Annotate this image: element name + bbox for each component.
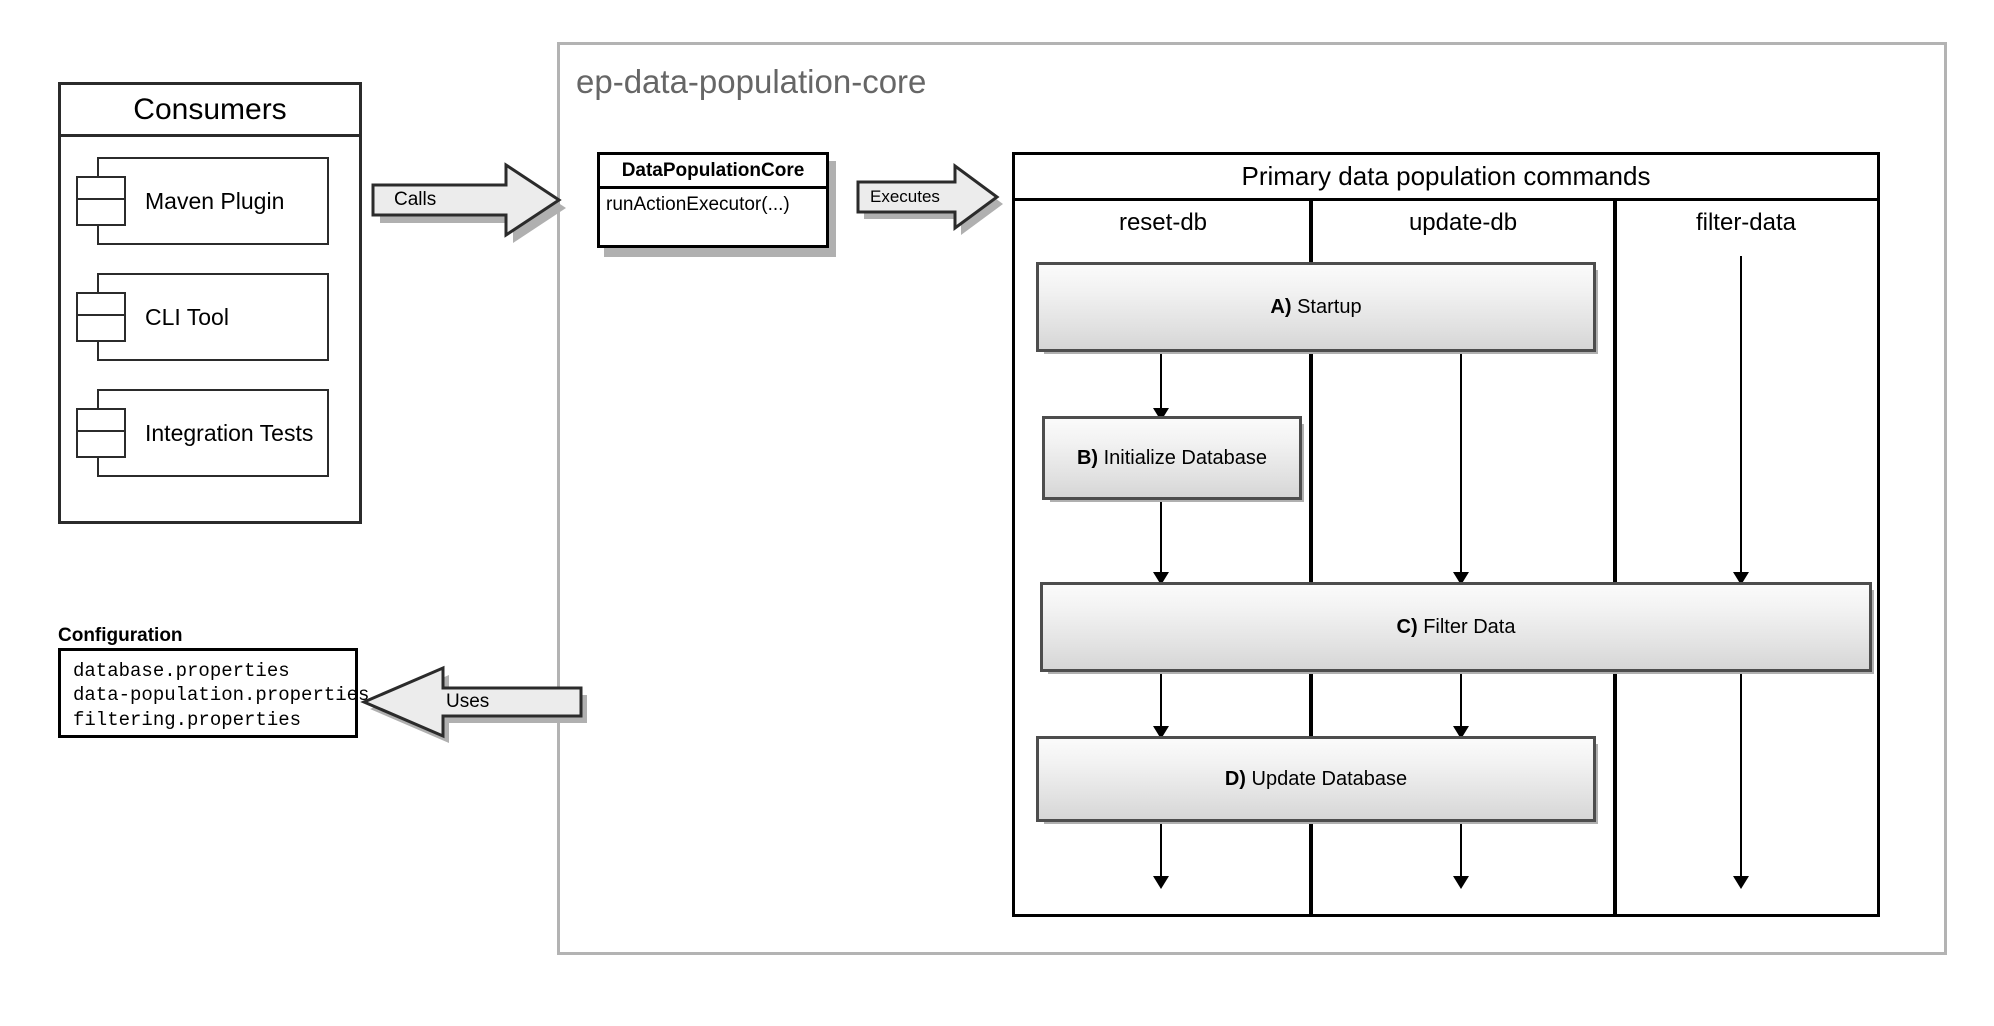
flow-line-d-to-end [1160, 820, 1162, 882]
activity-step: A) [1270, 295, 1292, 318]
lane-title-reset-db: reset-db [1118, 209, 1208, 236]
activity-b-initialize-database[interactable]: B) Initialize Database [1042, 416, 1302, 500]
flow-line-update-a-to-c [1460, 352, 1462, 578]
flow-line-filter-c-to-end [1740, 668, 1742, 882]
component-port-icon [76, 430, 126, 458]
activity-text: Startup [1297, 295, 1362, 318]
uses-arrow-label: Uses [446, 691, 490, 712]
activity-step: B) [1076, 446, 1099, 469]
flow-line-a-to-b [1160, 352, 1162, 414]
class-box-body: runActionExecutor(...) [600, 189, 826, 216]
diagram-canvas: Consumers Maven Plugin CLI Tool Integrat… [0, 0, 1994, 1026]
flow-arrowhead [1453, 876, 1469, 889]
flow-line-b-to-c [1160, 500, 1162, 578]
configuration-file-item: data-population.properties [73, 684, 370, 707]
core-package-title: ep-data-population-core [576, 63, 927, 100]
activity-d-update-database[interactable]: D) Update Database [1036, 736, 1596, 822]
configuration-file-item: filtering.properties [73, 708, 302, 731]
activity-label: B) Initialize Database [1077, 447, 1267, 470]
flow-line-c-to-d [1160, 668, 1162, 732]
flow-line-update-d-to-end [1460, 820, 1462, 882]
activity-label: A) Startup [1270, 296, 1361, 319]
calls-arrow: Calls [366, 158, 566, 243]
activity-text: Initialize Database [1103, 446, 1268, 469]
swimlane-header-label: Primary data population commands [1241, 161, 1651, 191]
activity-text: Filter Data [1423, 615, 1516, 638]
component-maven-plugin[interactable]: Maven Plugin [76, 157, 329, 245]
activity-label: C) Filter Data [1397, 616, 1516, 639]
component-label: CLI Tool [145, 303, 229, 330]
component-port-icon [76, 198, 126, 226]
class-name-label: DataPopulationCore [621, 159, 805, 181]
component-label: Integration Tests [145, 419, 314, 446]
activity-step: C) [1396, 615, 1418, 638]
flow-arrowhead [1733, 876, 1749, 889]
consumers-package-title: Consumers [61, 85, 359, 137]
executes-arrow-label: Executes [870, 187, 940, 206]
activity-c-filter-data[interactable]: C) Filter Data [1040, 582, 1872, 672]
lane-title-filter-data: filter-data [1695, 209, 1797, 236]
class-method-label: runActionExecutor(...) [606, 194, 790, 215]
lane-title-update-db: update-db [1408, 209, 1518, 236]
uses-arrow: Uses [358, 662, 588, 743]
activity-a-startup[interactable]: A) Startup [1036, 262, 1596, 352]
class-box-datapopulationcore[interactable]: DataPopulationCore runActionExecutor(...… [597, 152, 829, 248]
activity-step: D) [1224, 767, 1246, 790]
executes-arrow: Executes [852, 160, 1004, 235]
consumers-title-label: Consumers [133, 92, 287, 126]
component-label: Maven Plugin [145, 187, 285, 214]
configuration-files-box: database.properties data-population.prop… [58, 648, 370, 738]
component-integration-tests[interactable]: Integration Tests [76, 389, 329, 477]
swimlane-header: Primary data population commands [1015, 155, 1877, 201]
component-cli-tool[interactable]: CLI Tool [76, 273, 329, 361]
configuration-title: Configuration [58, 625, 183, 646]
component-port-icon [76, 314, 126, 342]
calls-arrow-label: Calls [394, 189, 437, 210]
flow-line-update-c-to-d [1460, 668, 1462, 732]
class-box-header: DataPopulationCore [600, 155, 826, 189]
activity-label: D) Update Database [1225, 768, 1407, 791]
lane-divider [1613, 201, 1617, 914]
flow-line-filter-start-to-c [1740, 256, 1742, 578]
activity-text: Update Database [1251, 767, 1408, 790]
flow-arrowhead [1153, 876, 1169, 889]
configuration-file-item: database.properties [73, 660, 290, 682]
consumers-package: Consumers Maven Plugin CLI Tool Integrat… [58, 82, 362, 524]
